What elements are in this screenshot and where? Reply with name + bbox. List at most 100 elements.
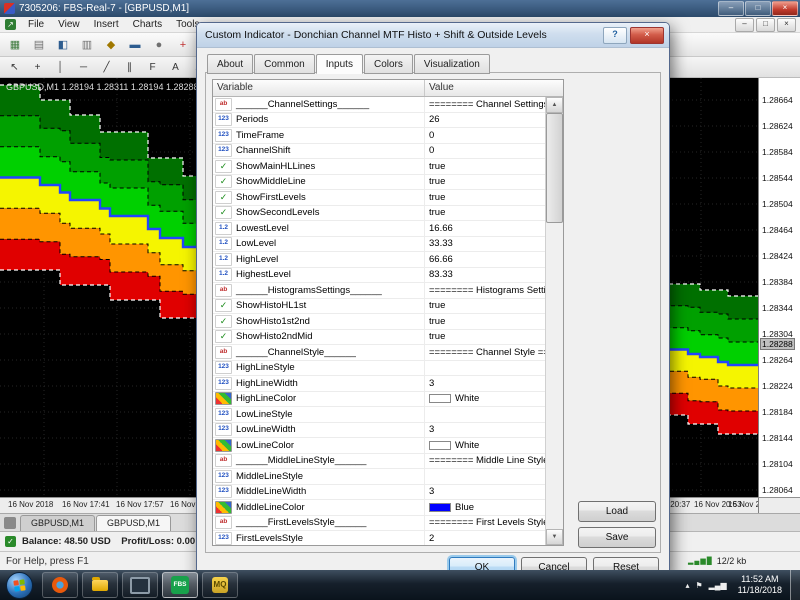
param-row[interactable]: ✓ShowMainHLLinestrue (213, 159, 546, 175)
vertical-line-tool-icon[interactable]: │ (50, 58, 71, 76)
param-value[interactable]: ======== First Levels Style ======== (429, 517, 546, 528)
param-value[interactable]: ======== Channel Settings ======== (429, 99, 546, 110)
save-button[interactable]: Save (578, 527, 656, 548)
browser-taskbar-button[interactable] (42, 572, 78, 598)
param-value[interactable]: 33.33 (429, 238, 453, 249)
trendline-tool-icon[interactable]: ╱ (96, 58, 117, 76)
variable-column-header[interactable]: Variable (213, 80, 425, 96)
param-row[interactable]: ✓ShowHistoHL1sttrue (213, 299, 546, 315)
param-row[interactable]: 123TimeFrame0 (213, 128, 546, 144)
scroll-up-button[interactable]: ▲ (546, 97, 563, 113)
scroll-down-button[interactable]: ▼ (546, 529, 563, 545)
param-value[interactable]: true (429, 207, 445, 218)
chart-minimize-button[interactable]: – (735, 18, 754, 32)
explorer-taskbar-button[interactable] (82, 572, 118, 598)
price-scale[interactable]: 1.286641.286241.285841.285441.285041.284… (758, 78, 800, 497)
dialog-tab-common[interactable]: Common (254, 54, 315, 74)
param-row[interactable]: ✓ShowHisto2ndMidtrue (213, 330, 546, 346)
strategy-tester-icon[interactable]: ● (148, 35, 170, 55)
param-row[interactable]: ✓ShowMiddleLinetrue (213, 175, 546, 191)
param-value[interactable]: true (429, 192, 445, 203)
param-value[interactable]: 83.33 (429, 269, 453, 280)
param-row[interactable]: HighLineColorWhite (213, 392, 546, 408)
hidden-icons-icon[interactable]: ▴ (685, 581, 689, 590)
param-value[interactable]: true (429, 316, 445, 327)
param-value[interactable]: White (455, 393, 479, 404)
param-row[interactable]: ✓ShowSecondLevelstrue (213, 206, 546, 222)
param-value[interactable]: true (429, 161, 445, 172)
dialog-help-button[interactable]: ? (603, 27, 627, 44)
param-row[interactable]: 123HighLineStyle (213, 361, 546, 377)
load-button[interactable]: Load (578, 501, 656, 522)
param-row[interactable]: ab______ChannelStyle______======== Chann… (213, 345, 546, 361)
navigator-icon[interactable]: ◆ (100, 35, 122, 55)
new-chart-icon[interactable]: ▦ (4, 35, 26, 55)
table-scrollbar[interactable]: ▲ ▼ (545, 97, 563, 545)
computer-taskbar-button[interactable] (122, 572, 158, 598)
market-watch-icon[interactable]: ◧ (52, 35, 74, 55)
chart-restore-button[interactable]: □ (756, 18, 775, 32)
scrollbar-thumb[interactable] (546, 113, 563, 223)
text-tool-icon[interactable]: A (165, 58, 186, 76)
param-row[interactable]: 123ChannelShift0 (213, 144, 546, 160)
param-row[interactable]: 123HighLineWidth3 (213, 376, 546, 392)
menu-file[interactable]: File (21, 19, 51, 30)
param-value[interactable]: 3 (429, 424, 434, 435)
dialog-tab-colors[interactable]: Colors (364, 54, 413, 74)
dialog-tab-inputs[interactable]: Inputs (316, 54, 363, 74)
start-button[interactable] (6, 572, 33, 599)
param-value[interactable]: 0 (429, 130, 434, 141)
chart-window-tab[interactable]: GBPUSD,M1 (96, 515, 171, 531)
param-value[interactable]: 2 (429, 533, 434, 544)
menu-view[interactable]: View (51, 19, 87, 30)
param-row[interactable]: ab______HistogramsSettings______========… (213, 283, 546, 299)
param-row[interactable]: 123FirstLevelsStyle2 (213, 531, 546, 545)
param-row[interactable]: 123LowLineStyle (213, 407, 546, 423)
network-icon[interactable]: ▂▄▆ (709, 581, 727, 590)
param-value[interactable]: true (429, 331, 445, 342)
metaeditor-app-taskbar-button[interactable]: MQ (202, 572, 238, 598)
data-window-icon[interactable]: ▥ (76, 35, 98, 55)
chart-profiles-icon[interactable]: ▤ (28, 35, 50, 55)
param-row[interactable]: 1.2HighLevel66.66 (213, 252, 546, 268)
chart-window-tab[interactable]: GBPUSD,M1 (20, 515, 95, 531)
terminal-panel-icon[interactable]: ▬ (124, 35, 146, 55)
close-button[interactable]: × (772, 1, 798, 16)
param-value[interactable]: 3 (429, 486, 434, 497)
dialog-tab-about[interactable]: About (207, 54, 253, 74)
param-row[interactable]: ✓ShowHisto1st2ndtrue (213, 314, 546, 330)
param-value[interactable]: Blue (455, 502, 474, 513)
channel-tool-icon[interactable]: ∥ (119, 58, 140, 76)
param-row[interactable]: 123LowLineWidth3 (213, 423, 546, 439)
menu-insert[interactable]: Insert (87, 19, 126, 30)
maximize-button[interactable]: □ (745, 1, 771, 16)
dialog-close-button[interactable]: × (630, 27, 664, 44)
param-row[interactable]: LowLineColorWhite (213, 438, 546, 454)
param-row[interactable]: 123MiddleLineWidth3 (213, 485, 546, 501)
crosshair-icon[interactable]: + (27, 58, 48, 76)
param-row[interactable]: 1.2HighestLevel83.33 (213, 268, 546, 284)
param-row[interactable]: ab______ChannelSettings______======== Ch… (213, 97, 546, 113)
new-order-icon[interactable]: + (172, 35, 194, 55)
param-value[interactable]: White (455, 440, 479, 451)
fbs-terminal-taskbar-button[interactable]: FBS (162, 572, 198, 598)
param-value[interactable]: 26 (429, 114, 440, 125)
param-row[interactable]: ab______FirstLevelsStyle______======== F… (213, 516, 546, 532)
dialog-tab-visualization[interactable]: Visualization (414, 54, 490, 74)
param-value[interactable]: 3 (429, 378, 434, 389)
param-row[interactable]: ✓ShowFirstLevelstrue (213, 190, 546, 206)
fibonacci-tool-icon[interactable]: F (142, 58, 163, 76)
horizontal-line-tool-icon[interactable]: ─ (73, 58, 94, 76)
param-row[interactable]: MiddleLineColorBlue (213, 500, 546, 516)
cursor-icon[interactable]: ↖ (4, 58, 25, 76)
param-row[interactable]: 1.2LowestLevel16.66 (213, 221, 546, 237)
param-row[interactable]: 123MiddleLineStyle (213, 469, 546, 485)
taskbar-clock[interactable]: 11:52 AM 11/18/2018 (738, 574, 782, 597)
menu-charts[interactable]: Charts (126, 19, 169, 30)
param-value[interactable]: ======== Histograms Settings ======== (429, 285, 546, 296)
param-row[interactable]: 123Periods26 (213, 113, 546, 129)
chart-close-button[interactable]: × (777, 18, 796, 32)
param-row[interactable]: ab______MiddleLineStyle______======== Mi… (213, 454, 546, 470)
minimize-button[interactable]: – (718, 1, 744, 16)
param-value[interactable]: true (429, 176, 445, 187)
